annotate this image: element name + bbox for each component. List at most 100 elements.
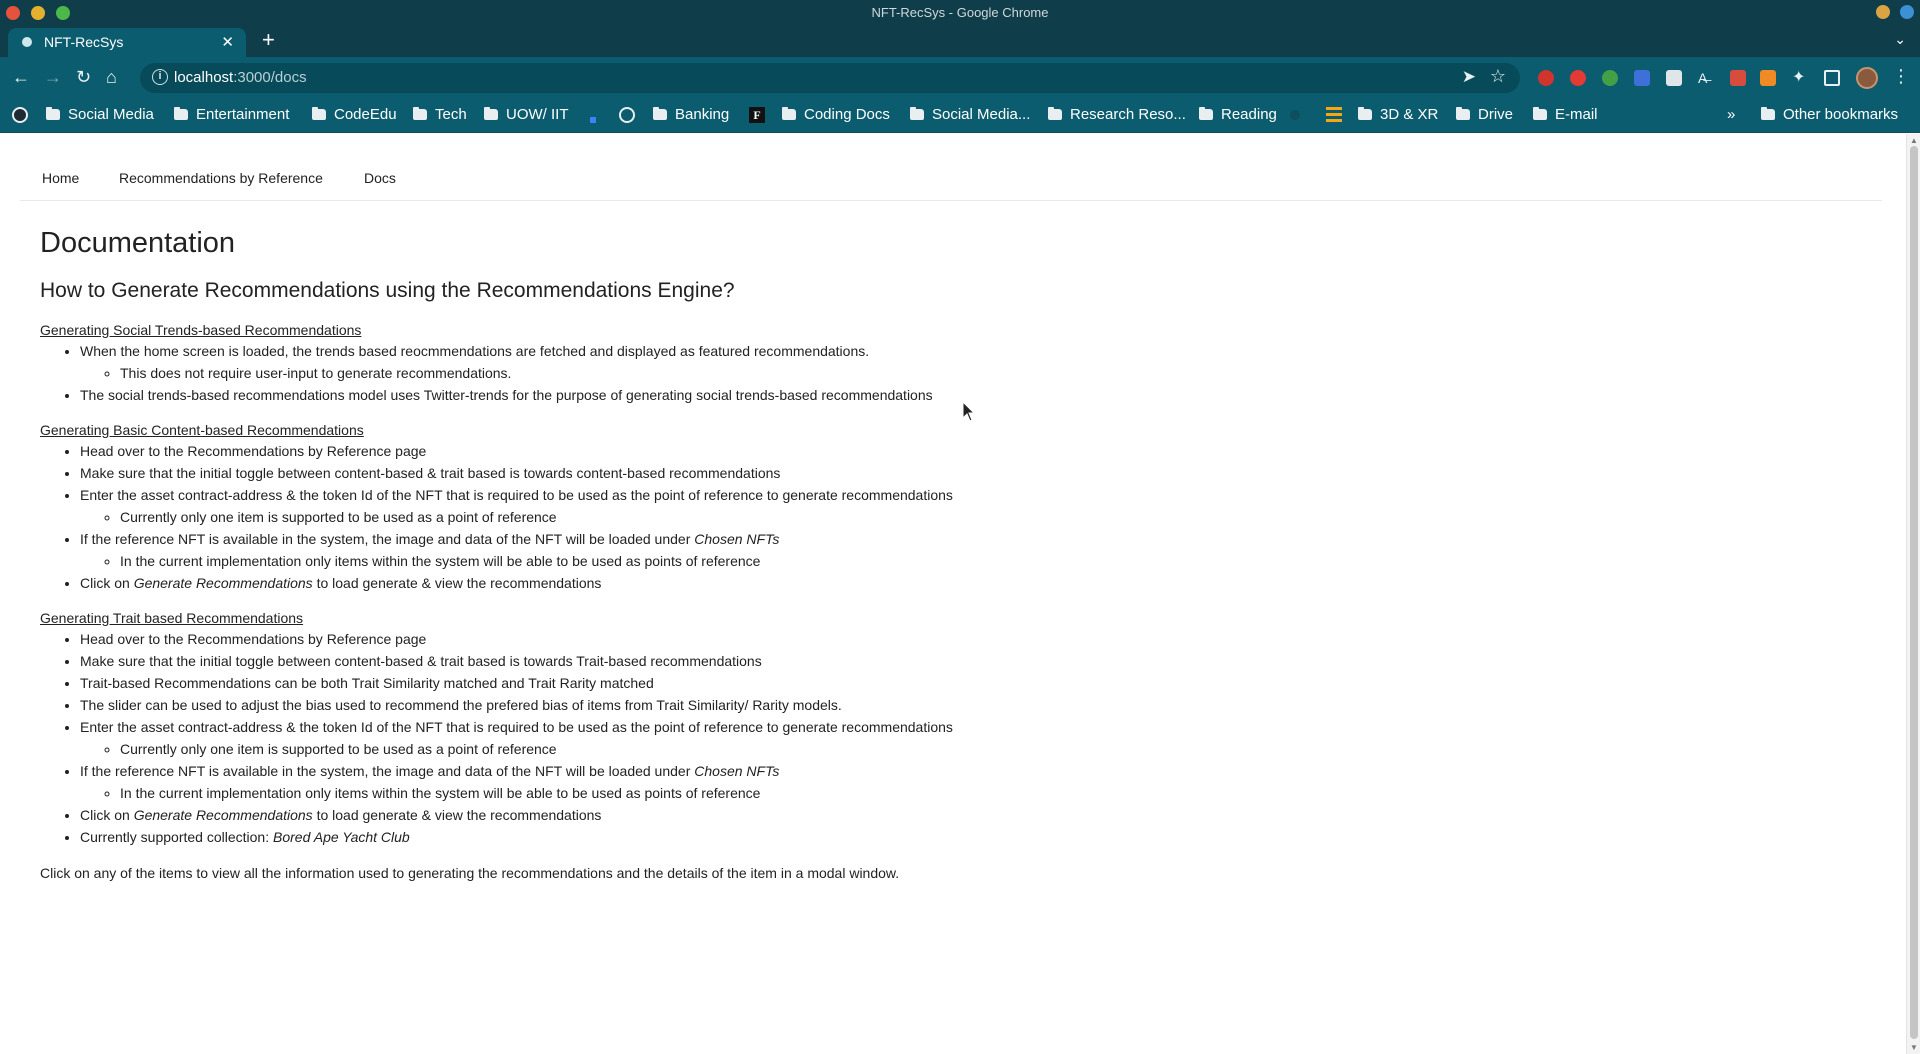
- forward-arrow-icon[interactable]: →: [44, 67, 62, 87]
- tab-close-icon[interactable]: ✕: [221, 33, 234, 51]
- window-title: NFT-RecSys - Google Chrome: [871, 5, 1049, 20]
- bookmark-codeedu[interactable]: CodeEdu: [312, 106, 397, 126]
- home-icon[interactable]: ⌂: [106, 67, 117, 87]
- bookmark-other-bookmarks[interactable]: Other bookmarks: [1761, 106, 1898, 126]
- list-item: Head over to the Recommendations by Refe…: [80, 628, 1240, 650]
- list-item: When the home screen is loaded, the tren…: [80, 340, 1240, 384]
- list-item-text: to load generate & view the recommendati…: [312, 807, 602, 823]
- bookmark-f-icon[interactable]: F: [749, 107, 765, 123]
- bookmark-research-resources[interactable]: Research Reso...: [1048, 106, 1186, 126]
- folder-icon: [484, 107, 498, 120]
- bookmark-tech[interactable]: Tech: [413, 106, 467, 126]
- extension-red-icon[interactable]: [1570, 70, 1586, 86]
- bookmark-uow-iit[interactable]: UOW/ IIT: [484, 106, 569, 126]
- list-item: The social trends-based recommendations …: [80, 384, 1240, 406]
- mouse-cursor-icon: [962, 401, 976, 422]
- page-viewport: Home Recommendations by Reference Docs D…: [0, 134, 1906, 1054]
- nav-link-recommendations-by-reference[interactable]: Recommendations by Reference: [119, 170, 323, 186]
- page-subtitle: How to Generate Recommendations using th…: [40, 279, 735, 302]
- extension-doc-icon[interactable]: [1666, 70, 1682, 86]
- bookmark-3d-xr[interactable]: 3D & XR: [1358, 106, 1438, 126]
- page-scrollbar[interactable]: ▲ ▼: [1906, 134, 1920, 1054]
- list-item: Enter the asset contract-address & the t…: [80, 716, 1240, 760]
- nav-link-home[interactable]: Home: [42, 170, 79, 186]
- list-item-text: Click on: [80, 807, 134, 823]
- github-icon[interactable]: [12, 107, 28, 123]
- trait-based-list: Head over to the Recommendations by Refe…: [80, 628, 1240, 848]
- side-panel-icon[interactable]: [1824, 70, 1840, 86]
- tab-search-chevron-icon[interactable]: ⌄: [1894, 31, 1906, 48]
- bookmark-menu-icon[interactable]: [1326, 107, 1342, 123]
- nav-link-docs[interactable]: Docs: [364, 170, 396, 186]
- list-item-text: Enter the asset contract-address & the t…: [80, 719, 953, 735]
- list-item-text: When the home screen is loaded, the tren…: [80, 343, 870, 359]
- bookmark-dark-icon[interactable]: [1290, 110, 1300, 120]
- emphasis-chosen-nfts: Chosen NFTs: [694, 531, 780, 547]
- sub-list-item: In the current implementation only items…: [120, 782, 1240, 804]
- bookmark-globe-icon[interactable]: [619, 107, 635, 123]
- bookmark-banking[interactable]: Banking: [653, 106, 729, 126]
- bookmark-entertainment[interactable]: Entertainment: [174, 106, 289, 126]
- bookmark-star-icon[interactable]: ☆: [1490, 66, 1506, 87]
- chrome-menu-icon[interactable]: ⋮: [1892, 66, 1910, 87]
- section-heading-content-based: Generating Basic Content-based Recommend…: [40, 422, 364, 438]
- sub-list-item: In the current implementation only items…: [120, 550, 1240, 572]
- tab-strip: NFT-RecSys ✕: [0, 25, 1920, 57]
- extension-shield-icon[interactable]: [1634, 70, 1650, 86]
- list-item: Head over to the Recommendations by Refe…: [80, 440, 1240, 462]
- list-item: Enter the asset contract-address & the t…: [80, 484, 1240, 528]
- sub-list-item: Currently only one item is supported to …: [120, 738, 1240, 760]
- list-item: Click on Generate Recommendations to loa…: [80, 804, 1240, 826]
- network-icon: [1900, 5, 1914, 19]
- list-item: Make sure that the initial toggle betwee…: [80, 462, 1240, 484]
- url-host: localhost: [174, 69, 234, 86]
- folder-icon: [910, 107, 924, 120]
- folder-icon: [1199, 107, 1213, 120]
- site-info-icon[interactable]: i: [152, 69, 168, 85]
- bookmark-social-media-2[interactable]: Social Media...: [910, 106, 1030, 126]
- sub-list: Currently only one item is supported to …: [120, 738, 1240, 760]
- bookmark-coding-docs[interactable]: Coding Docs: [782, 106, 890, 126]
- emphasis-generate-recommendations: Generate Recommendations: [133, 807, 313, 823]
- bookmark-email[interactable]: E-mail: [1533, 106, 1598, 126]
- bookmark-reading[interactable]: Reading: [1199, 106, 1277, 126]
- send-tab-icon[interactable]: ➤: [1462, 67, 1476, 87]
- back-arrow-icon[interactable]: ←: [12, 67, 30, 87]
- bookmarks-overflow-chevron-icon[interactable]: »: [1727, 106, 1735, 126]
- adblock-icon[interactable]: [1538, 70, 1554, 86]
- list-item: Currently supported collection: Bored Ap…: [80, 826, 1240, 848]
- extension-green-icon[interactable]: [1602, 70, 1618, 86]
- content-based-list: Head over to the Recommendations by Refe…: [80, 440, 1240, 594]
- scroll-up-arrow-icon[interactable]: ▲: [1910, 136, 1918, 145]
- reload-icon[interactable]: ↻: [76, 67, 91, 87]
- closing-paragraph: Click on any of the items to view all th…: [40, 865, 900, 881]
- react-favicon-icon: [22, 37, 32, 47]
- folder-icon: [413, 107, 427, 120]
- list-item: Make sure that the initial toggle betwee…: [80, 650, 1240, 672]
- url-text[interactable]: localhost:3000/docs: [174, 69, 307, 86]
- folder-icon: [46, 107, 60, 120]
- bookmark-social-media[interactable]: Social Media: [46, 106, 154, 126]
- metamask-icon[interactable]: [1760, 70, 1776, 86]
- tab-nft-recsys[interactable]: NFT-RecSys ✕: [8, 28, 246, 57]
- list-item: If the reference NFT is available in the…: [80, 760, 1240, 804]
- scrollbar-thumb[interactable]: [1910, 146, 1918, 1039]
- section-heading-social-trends: Generating Social Trends-based Recommend…: [40, 322, 362, 338]
- folder-icon: [1456, 107, 1470, 120]
- list-item-text: to load generate & view the recommendati…: [312, 575, 602, 591]
- profile-avatar[interactable]: [1856, 67, 1878, 89]
- folder-icon: [1761, 107, 1775, 120]
- address-bar[interactable]: i localhost:3000/docs ➤ ☆: [140, 63, 1520, 93]
- list-item-text: If the reference NFT is available in the…: [80, 763, 695, 779]
- emphasis-generate-recommendations: Generate Recommendations: [133, 575, 313, 591]
- url-path: :3000/docs: [233, 69, 307, 86]
- bookmark-drive[interactable]: Drive: [1456, 106, 1513, 126]
- extensions-puzzle-icon[interactable]: ✦: [1792, 70, 1808, 86]
- list-item: Click on Generate Recommendations to loa…: [80, 572, 1240, 594]
- extension-translate-icon[interactable]: A̶: [1698, 70, 1714, 86]
- extension-robot-icon[interactable]: [1730, 70, 1746, 86]
- folder-icon: [312, 107, 326, 120]
- bookmark-dot-icon[interactable]: [590, 117, 596, 123]
- scroll-down-arrow-icon[interactable]: ▼: [1910, 1043, 1918, 1052]
- new-tab-button[interactable]: +: [262, 29, 275, 51]
